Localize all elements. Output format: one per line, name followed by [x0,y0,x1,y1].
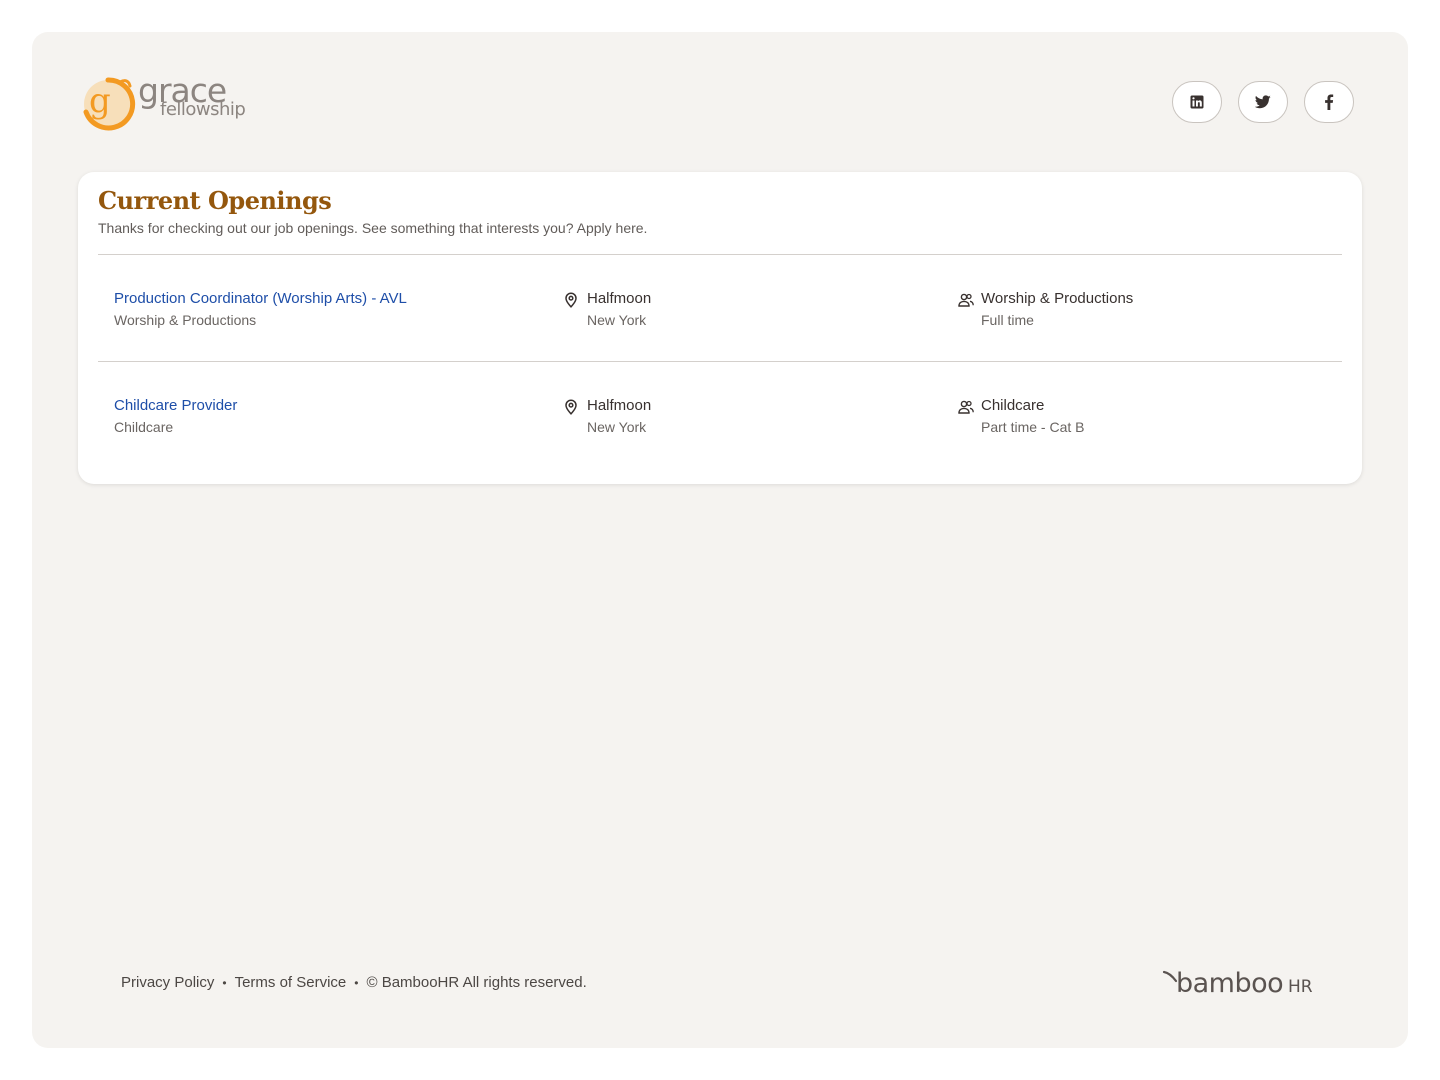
job-team: Childcare Part time - Cat B [958,396,1084,438]
job-location: Halfmoon New York [564,289,651,331]
job-city: Halfmoon [587,397,652,414]
social-links [1172,81,1354,123]
job-title-column: Production Coordinator (Worship Arts) - … [114,289,407,331]
svg-text:g: g [89,81,111,121]
linkedin-icon [1190,95,1204,109]
job-department: Childcare [114,419,174,435]
footer-links: Privacy Policy • Terms of Service • © Ba… [121,974,587,991]
job-state: New York [587,419,647,435]
twitter-button[interactable] [1238,81,1288,123]
location-pin-icon [565,292,577,308]
job-employment-type: Full time [981,312,1034,328]
job-title-column: Childcare Provider Childcare [114,396,237,438]
job-team-name: Worship & Productions [981,290,1134,307]
divider [98,361,1342,362]
people-icon [958,293,974,307]
copyright-text: © BambooHR All rights reserved. [366,974,587,991]
separator-dot: • [222,975,227,990]
job-row: Production Coordinator (Worship Arts) - … [98,289,1342,349]
people-icon [958,400,974,414]
job-employment-type: Part time - Cat B [981,419,1085,435]
bamboohr-logo-word: bamboo [1176,968,1284,999]
twitter-icon [1255,95,1271,109]
job-department: Worship & Productions [114,312,257,328]
job-team: Worship & Productions Full time [958,289,1133,331]
divider [98,254,1342,255]
privacy-policy-link[interactable]: Privacy Policy [121,974,214,991]
separator-dot: • [354,975,359,990]
company-logo[interactable]: g grace fellowship [80,72,250,132]
location-pin-icon [565,399,577,415]
job-state: New York [587,312,647,328]
job-team-name: Childcare [981,397,1045,414]
bamboohr-logo-suffix: HR [1288,977,1313,997]
job-city: Halfmoon [587,290,652,307]
openings-card: Current Openings Thanks for checking out… [78,172,1362,484]
bamboohr-logo[interactable]: bamboo HR [1162,968,1322,1002]
facebook-icon [1325,94,1334,110]
facebook-button[interactable] [1304,81,1354,123]
job-location: Halfmoon New York [564,396,651,438]
logo-word-fellowship: fellowship [160,99,246,120]
job-title-link[interactable]: Childcare Provider [114,396,237,416]
job-title-link[interactable]: Production Coordinator (Worship Arts) - … [114,289,407,309]
job-row: Childcare Provider Childcare Halfmoon Ne… [98,396,1342,456]
linkedin-button[interactable] [1172,81,1222,123]
page-subtitle: Thanks for checking out our job openings… [98,220,648,236]
page-title: Current Openings [98,186,332,215]
terms-of-service-link[interactable]: Terms of Service [235,974,347,991]
grace-logo-mark-icon: g [83,77,136,131]
